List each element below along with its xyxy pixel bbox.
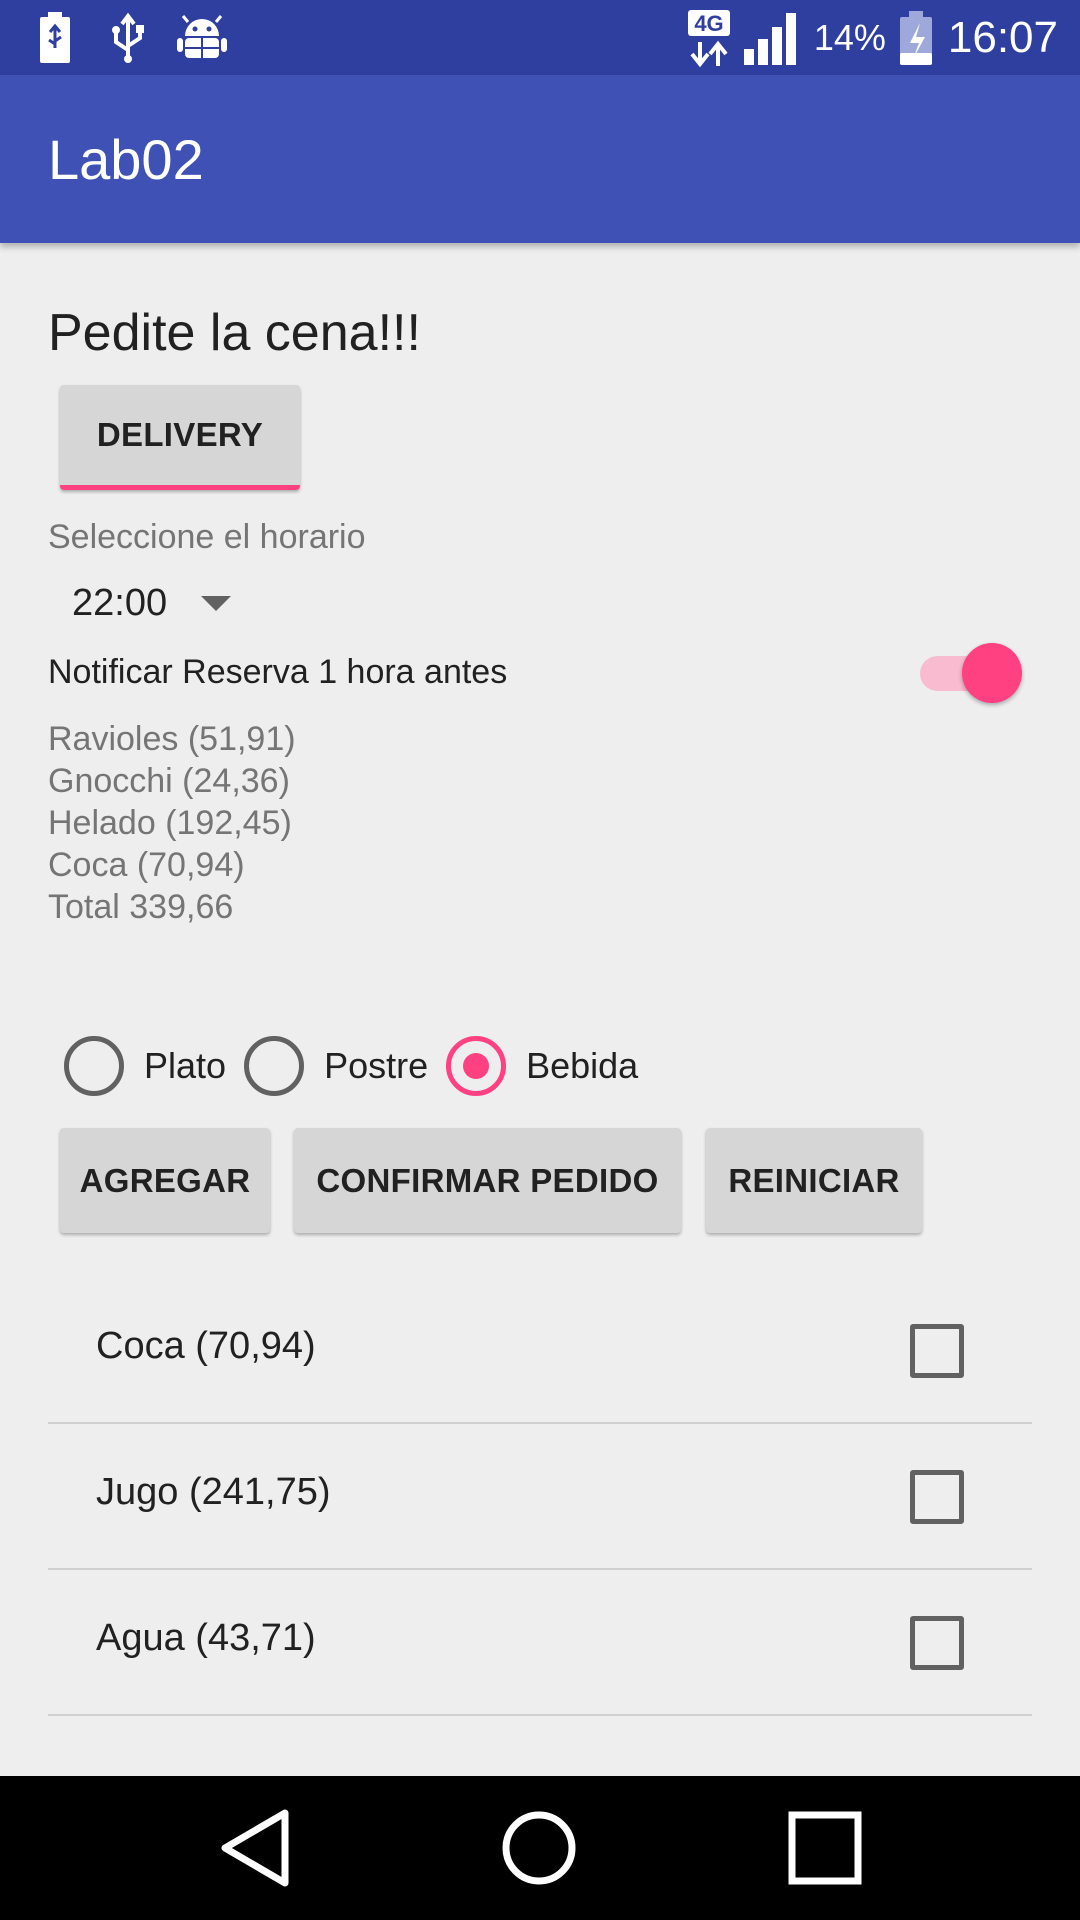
radio-bebida[interactable]: Bebida: [446, 1036, 638, 1096]
schedule-label: Seleccione el horario: [48, 518, 366, 556]
notify-label: Notificar Reserva 1 hora antes: [48, 653, 508, 691]
category-radio-group: Plato Postre Bebida: [64, 1031, 656, 1101]
delivery-button[interactable]: DELIVERY: [60, 385, 300, 490]
list-item[interactable]: Agua (43,71): [48, 1570, 1032, 1716]
svg-text:4G: 4G: [694, 11, 723, 36]
dropdown-arrow-icon: [201, 595, 232, 611]
item-checkbox[interactable]: [910, 1470, 964, 1524]
radio-dot: [463, 1053, 490, 1079]
order-line: Coca (70,94): [48, 846, 245, 884]
order-summary: Ravioles (51,91) Gnocchi (24,36) Helado …: [48, 718, 296, 928]
usb-battery-icon: [40, 12, 70, 63]
order-line: Ravioles (51,91): [48, 720, 296, 758]
item-checkbox[interactable]: [910, 1616, 964, 1670]
radio-plato[interactable]: Plato: [64, 1036, 226, 1096]
reset-button[interactable]: REINICIAR: [706, 1128, 922, 1233]
radio-circle-checked: [446, 1036, 507, 1096]
switch-thumb: [962, 643, 1022, 703]
list-item[interactable]: Coca (70,94): [48, 1278, 1032, 1424]
app-bar: Lab02: [0, 75, 1080, 243]
radio-label: Postre: [324, 1045, 429, 1086]
back-icon[interactable]: [205, 1798, 305, 1898]
order-line: Helado (192,45): [48, 804, 292, 842]
android-debug-icon: [177, 15, 227, 58]
confirm-order-button[interactable]: CONFIRMAR PEDIDO: [294, 1128, 681, 1233]
radio-circle: [244, 1036, 305, 1096]
item-label: Agua (43,71): [96, 1617, 316, 1659]
battery-charging-icon: [899, 10, 932, 65]
radio-postre[interactable]: Postre: [244, 1036, 428, 1096]
navigation-bar: [0, 1776, 1080, 1920]
item-label: Coca (70,94): [96, 1325, 316, 1367]
signal-icon: [743, 12, 796, 65]
app-title: Lab02: [48, 128, 204, 191]
schedule-spinner[interactable]: 22:00: [72, 573, 232, 633]
list-item[interactable]: Jugo (241,75): [48, 1424, 1032, 1570]
add-button[interactable]: AGREGAR: [60, 1128, 270, 1233]
network-4g-icon: 4G: [687, 9, 730, 67]
item-label: Jugo (241,75): [96, 1471, 331, 1513]
item-list: Coca (70,94) Jugo (241,75) Agua (43,71): [48, 1278, 1032, 1716]
recents-icon[interactable]: [775, 1798, 875, 1898]
item-checkbox[interactable]: [910, 1324, 964, 1378]
radio-label: Bebida: [526, 1045, 639, 1086]
order-total: Total 339,66: [48, 888, 234, 926]
status-bar: 4G 14% 16:07: [0, 0, 1080, 75]
home-icon[interactable]: [489, 1798, 589, 1898]
schedule-value: 22:00: [72, 581, 168, 624]
radio-circle: [64, 1036, 124, 1096]
clock: 16:07: [947, 12, 1058, 62]
usb-icon: [112, 12, 144, 63]
page-heading: Pedite la cena!!!: [48, 304, 421, 362]
radio-label: Plato: [144, 1045, 227, 1086]
battery-percent: 14%: [813, 16, 886, 58]
notify-switch[interactable]: [920, 643, 1022, 703]
order-line: Gnocchi (24,36): [48, 762, 290, 800]
main-content: Pedite la cena!!! DELIVERY Seleccione el…: [0, 243, 1080, 1776]
